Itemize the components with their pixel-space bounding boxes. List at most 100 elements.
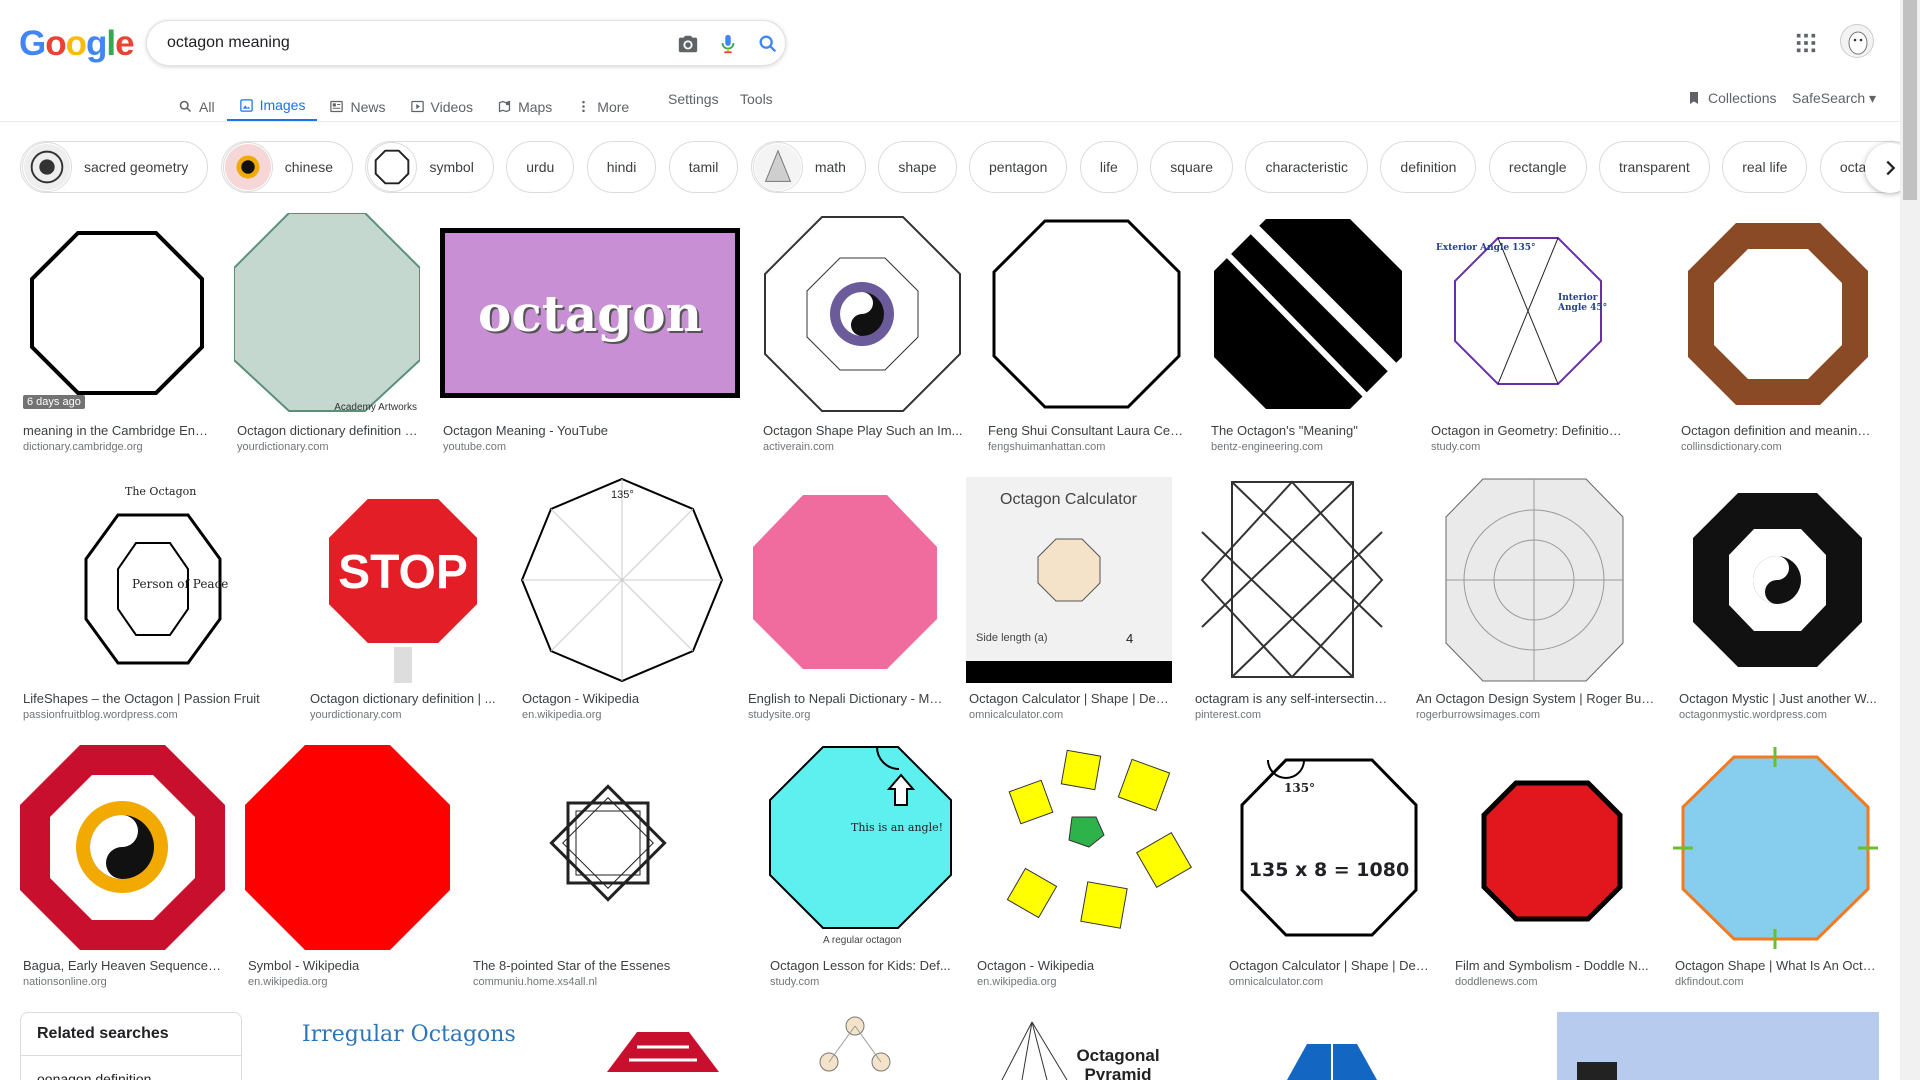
result-title[interactable]: Film and Symbolism - Doddle N... (1455, 958, 1651, 973)
result-thumbnail[interactable]: 135° 135 x 8 = 1080 (1226, 745, 1432, 950)
result-title[interactable]: octagram is any self-intersecting ... (1195, 691, 1392, 706)
image-result[interactable]: Octagon - Wikipedia en.wikipedia.org (974, 745, 1206, 995)
image-result[interactable]: An Octagon Design System | Roger Bur... … (1413, 477, 1656, 727)
result-title[interactable]: meaning in the Cambridge Engl... (23, 423, 213, 438)
result-thumbnail[interactable]: This is an angle! A regular octagon (767, 745, 954, 950)
result-title[interactable]: Octagon - Wikipedia (977, 958, 1205, 973)
result-source[interactable]: study.com (1431, 441, 1627, 453)
result-source[interactable]: octagonmystic.wordpress.com (1679, 709, 1878, 721)
chip-life[interactable]: life (1079, 141, 1138, 193)
result-source[interactable]: activerain.com (763, 441, 964, 453)
result-source[interactable]: omnicalculator.com (1229, 976, 1431, 988)
result-source[interactable]: pinterest.com (1195, 709, 1392, 721)
chip-pentagon[interactable]: pentagon (969, 141, 1068, 193)
result-thumbnail[interactable]: The Octagon Person of Peace (20, 477, 287, 683)
result-source[interactable]: doddlenews.com (1455, 976, 1651, 988)
result-source[interactable]: study.com (770, 976, 953, 988)
result-title[interactable]: Octagon dictionary definition | ... (310, 691, 498, 706)
image-result[interactable]: Film and Symbolism - Doddle N... doddlen… (1452, 745, 1652, 995)
apps-grid-icon[interactable] (1795, 32, 1817, 54)
image-result[interactable]: 135° 135 x 8 = 1080 Octagon Calculator |… (1226, 745, 1432, 995)
result-source[interactable]: communiu.home.xs4all.nl (473, 976, 746, 988)
image-result[interactable]: Octagonal Pyramid (952, 1012, 1177, 1080)
image-result[interactable]: Octagon definition and meaning ... colli… (1678, 213, 1878, 458)
google-logo[interactable]: Google (19, 24, 135, 64)
image-result[interactable]: The Octagon's "Meaning" bentz-engineerin… (1208, 213, 1408, 458)
result-thumbnail[interactable] (985, 213, 1188, 415)
image-result[interactable]: Octagon Shape Play Such an Im... activer… (760, 213, 965, 458)
result-thumbnail[interactable] (1197, 1012, 1475, 1080)
result-title[interactable]: The Octagon's "Meaning" (1211, 423, 1407, 438)
account-avatar[interactable] (1840, 24, 1874, 58)
related-search-item[interactable]: oonagon definition (37, 1071, 151, 1080)
result-title[interactable]: Octagon definition and meaning ... (1681, 423, 1877, 438)
result-title[interactable]: Symbol - Wikipedia (248, 958, 449, 973)
result-thumbnail[interactable]: octagon (440, 213, 740, 415)
result-title[interactable]: Octagon Shape | What Is An Octa... (1675, 958, 1878, 973)
chip-math[interactable]: math (750, 141, 866, 193)
result-source[interactable]: nationsonline.org (23, 976, 224, 988)
result-source[interactable]: yourdictionary.com (310, 709, 498, 721)
image-result[interactable]: Feng Shui Consultant Laura Cerr... fengs… (985, 213, 1188, 458)
image-result[interactable]: This is an angle! A regular octagon Octa… (767, 745, 954, 995)
result-thumbnail[interactable] (1672, 745, 1879, 950)
collections-link[interactable]: Collections (1686, 90, 1776, 106)
chip-sacred-geometry[interactable]: sacred geometry (20, 141, 209, 193)
result-source[interactable]: collinsdictionary.com (1681, 441, 1877, 453)
search-icon[interactable] (757, 33, 779, 55)
image-result[interactable]: 135° Octagon - Wikipedia en.wikipedia.or… (519, 477, 725, 727)
image-result[interactable]: octagon Octagon Meaning - YouTube youtub… (440, 213, 740, 458)
image-result[interactable]: Symbol - Wikipedia en.wikipedia.org (245, 745, 450, 995)
chip-rectangle[interactable]: rectangle (1488, 141, 1587, 193)
image-result[interactable]: Octagon Mystic | Just another W... octag… (1676, 477, 1879, 727)
chip-hindi[interactable]: hindi (586, 141, 657, 193)
image-result[interactable]: The 8-pointed Star of the Essenes commun… (470, 745, 747, 995)
tools-link[interactable]: Tools (740, 91, 773, 107)
result-thumbnail[interactable]: Octagonal Pyramid (952, 1012, 1177, 1080)
result-title[interactable]: Octagon Meaning - YouTube (443, 423, 739, 438)
result-thumbnail[interactable] (567, 1012, 759, 1080)
result-title[interactable]: Octagon Calculator | Shape | Defi... (1229, 958, 1431, 973)
result-thumbnail[interactable] (1192, 477, 1393, 683)
chip-shape[interactable]: shape (878, 141, 957, 193)
result-source[interactable]: studysite.org (748, 709, 944, 721)
safesearch-dropdown[interactable]: SafeSearch ▾ (1792, 90, 1876, 107)
result-source[interactable]: rogerburrowsimages.com (1416, 709, 1655, 721)
result-title[interactable]: An Octagon Design System | Roger Bur... (1416, 691, 1655, 706)
image-result[interactable] (567, 1012, 759, 1080)
result-source[interactable]: dictionary.cambridge.org (23, 441, 213, 453)
camera-icon[interactable] (677, 33, 699, 55)
result-title[interactable]: Octagon Shape Play Such an Im... (763, 423, 964, 438)
tab-videos[interactable]: Videos (398, 88, 486, 122)
result-thumbnail[interactable] (1676, 477, 1879, 683)
result-thumbnail[interactable]: Octagon Calculator Side length (a) 4 (966, 477, 1172, 683)
tab-maps[interactable]: Maps (485, 88, 564, 122)
result-source[interactable]: en.wikipedia.org (522, 709, 724, 721)
result-thumbnail[interactable] (1413, 477, 1656, 683)
result-source[interactable]: dkfindout.com (1675, 976, 1878, 988)
result-title[interactable]: Octagon dictionary definition | ... (237, 423, 419, 438)
result-thumbnail[interactable] (245, 745, 450, 950)
chip-real-life[interactable]: real life (1722, 141, 1808, 193)
result-thumbnail[interactable] (470, 745, 747, 950)
chip-symbol[interactable]: symbol (365, 141, 494, 193)
chip-tamil[interactable]: tamil (668, 141, 739, 193)
result-thumbnail[interactable] (1452, 745, 1652, 950)
result-thumbnail[interactable] (20, 745, 225, 950)
result-thumbnail[interactable] (1208, 213, 1408, 415)
image-result[interactable]: English to Nepali Dictionary - Me... stu… (745, 477, 945, 727)
chip-chinese[interactable]: chinese (220, 141, 353, 193)
result-source[interactable]: bentz-engineering.com (1211, 441, 1407, 453)
image-result[interactable]: octagram is any self-intersecting ... pi… (1192, 477, 1393, 727)
result-source[interactable]: en.wikipedia.org (248, 976, 449, 988)
image-result[interactable]: Irregular Octagons (262, 1012, 547, 1080)
tab-images[interactable]: Images (226, 88, 318, 122)
result-title[interactable]: The 8-pointed Star of the Essenes (473, 958, 746, 973)
microphone-icon[interactable] (717, 33, 739, 55)
scrollbar-thumb[interactable] (1903, 0, 1917, 200)
image-result[interactable] (779, 1012, 932, 1080)
image-result[interactable] (1557, 1012, 1879, 1080)
image-result[interactable]: STOP Octagon dictionary definition | ...… (307, 477, 499, 727)
result-thumbnail[interactable] (745, 477, 945, 683)
tab-news[interactable]: News (317, 88, 397, 122)
